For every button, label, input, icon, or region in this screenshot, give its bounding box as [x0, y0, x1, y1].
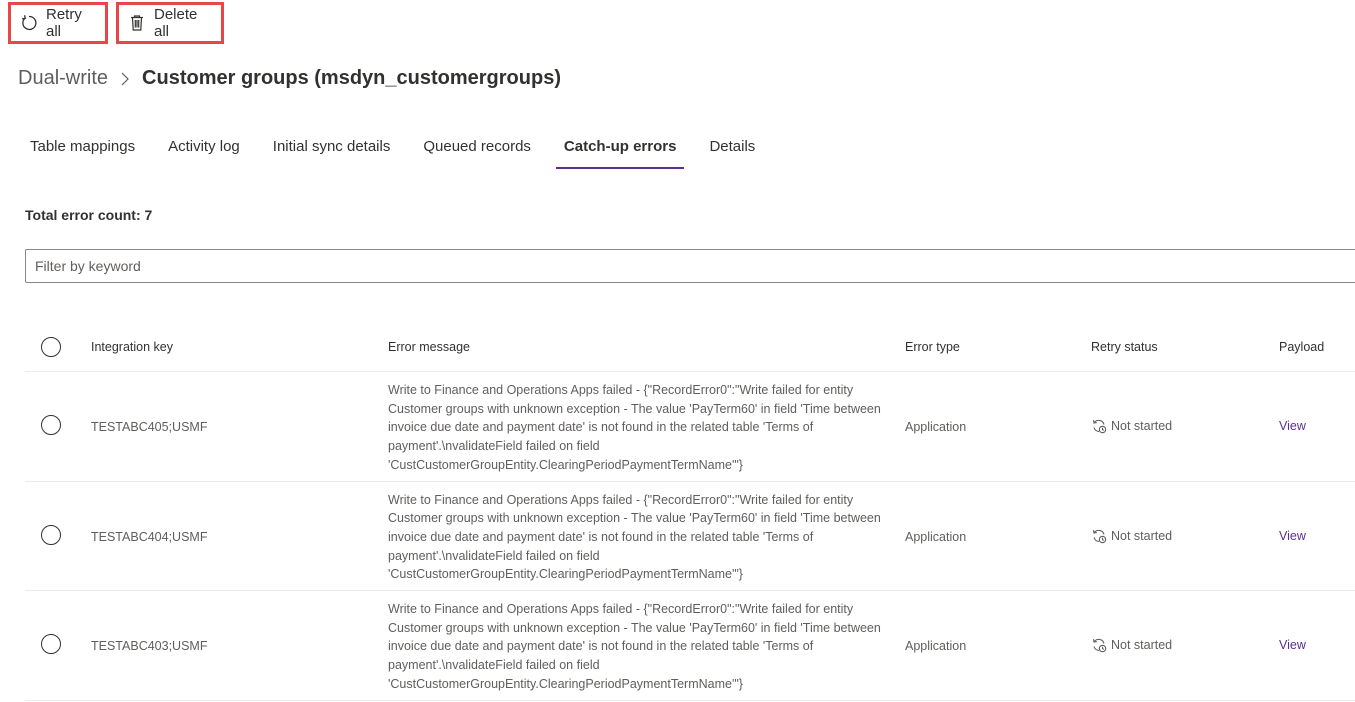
column-header-integration-key[interactable]: Integration key — [91, 340, 173, 354]
row-select-radio[interactable] — [41, 415, 61, 435]
payload-view-link[interactable]: View — [1279, 529, 1306, 543]
tab-initial-sync-details[interactable]: Initial sync details — [265, 130, 399, 171]
tab-queued-records[interactable]: Queued records — [415, 130, 539, 171]
table-header: Integration key Error message Error type… — [25, 322, 1355, 372]
column-header-error-message[interactable]: Error message — [388, 340, 893, 354]
error-type-cell: Application — [905, 639, 967, 653]
column-header-error-type[interactable]: Error type — [905, 340, 960, 354]
table-row[interactable]: TESTABC403;USMF Write to Finance and Ope… — [25, 591, 1355, 701]
payload-view-link[interactable]: View — [1279, 419, 1306, 433]
payload-view-link[interactable]: View — [1279, 638, 1306, 652]
errors-table: Integration key Error message Error type… — [25, 322, 1355, 701]
chevron-right-icon — [120, 72, 130, 86]
table-row[interactable]: TESTABC404;USMF Write to Finance and Ope… — [25, 482, 1355, 591]
retry-all-label: Retry all — [46, 6, 82, 40]
retry-all-button[interactable]: Retry all — [8, 2, 108, 44]
tab-list: Table mappings Activity log Initial sync… — [22, 130, 780, 171]
breadcrumb-root-link[interactable]: Dual-write — [18, 67, 108, 90]
error-message-cell: Write to Finance and Operations Apps fai… — [388, 383, 881, 472]
sync-pending-icon — [1091, 637, 1107, 653]
error-type-cell: Application — [905, 420, 967, 434]
retry-status-text: Not started — [1111, 419, 1173, 433]
retry-status-text: Not started — [1111, 528, 1173, 543]
page-title: Customer groups (msdyn_customergroups) — [142, 67, 561, 89]
delete-all-button[interactable]: Delete all — [116, 2, 224, 44]
error-message-cell: Write to Finance and Operations Apps fai… — [388, 602, 881, 691]
tab-table-mappings[interactable]: Table mappings — [22, 130, 143, 171]
total-error-count: Total error count: 7 — [25, 207, 153, 223]
filter-box — [25, 249, 1355, 283]
integration-key-cell: TESTABC404;USMF — [91, 529, 208, 544]
row-select-radio[interactable] — [41, 524, 61, 545]
retry-status-cell: Not started — [1091, 528, 1172, 544]
error-message-cell: Write to Finance and Operations Apps fai… — [388, 492, 881, 582]
breadcrumb: Dual-write Customer groups (msdyn_custom… — [18, 67, 561, 90]
column-header-payload[interactable]: Payload — [1279, 340, 1324, 354]
tab-details[interactable]: Details — [701, 130, 763, 171]
sync-pending-icon — [1091, 528, 1107, 544]
integration-key-cell: TESTABC405;USMF — [91, 420, 208, 434]
select-all-radio[interactable] — [41, 337, 61, 357]
retry-status-cell: Not started — [1091, 637, 1172, 653]
table-row[interactable]: TESTABC405;USMF Write to Finance and Ope… — [25, 372, 1355, 482]
tab-activity-log[interactable]: Activity log — [160, 130, 248, 171]
refresh-icon — [20, 14, 38, 32]
error-type-cell: Application — [905, 529, 967, 544]
command-bar: Retry all Delete all — [8, 2, 224, 44]
retry-status-cell: Not started — [1091, 418, 1172, 434]
filter-input[interactable] — [26, 250, 1355, 282]
column-header-retry-status[interactable]: Retry status — [1091, 340, 1158, 354]
row-select-radio[interactable] — [41, 634, 61, 654]
tab-catch-up-errors[interactable]: Catch-up errors — [555, 130, 685, 171]
trash-icon — [128, 14, 146, 32]
catch-up-errors-page: Retry all Delete all Dual-write Customer… — [0, 0, 1355, 702]
delete-all-label: Delete all — [154, 6, 198, 40]
retry-status-text: Not started — [1111, 638, 1173, 652]
sync-pending-icon — [1091, 418, 1107, 434]
integration-key-cell: TESTABC403;USMF — [91, 639, 208, 653]
